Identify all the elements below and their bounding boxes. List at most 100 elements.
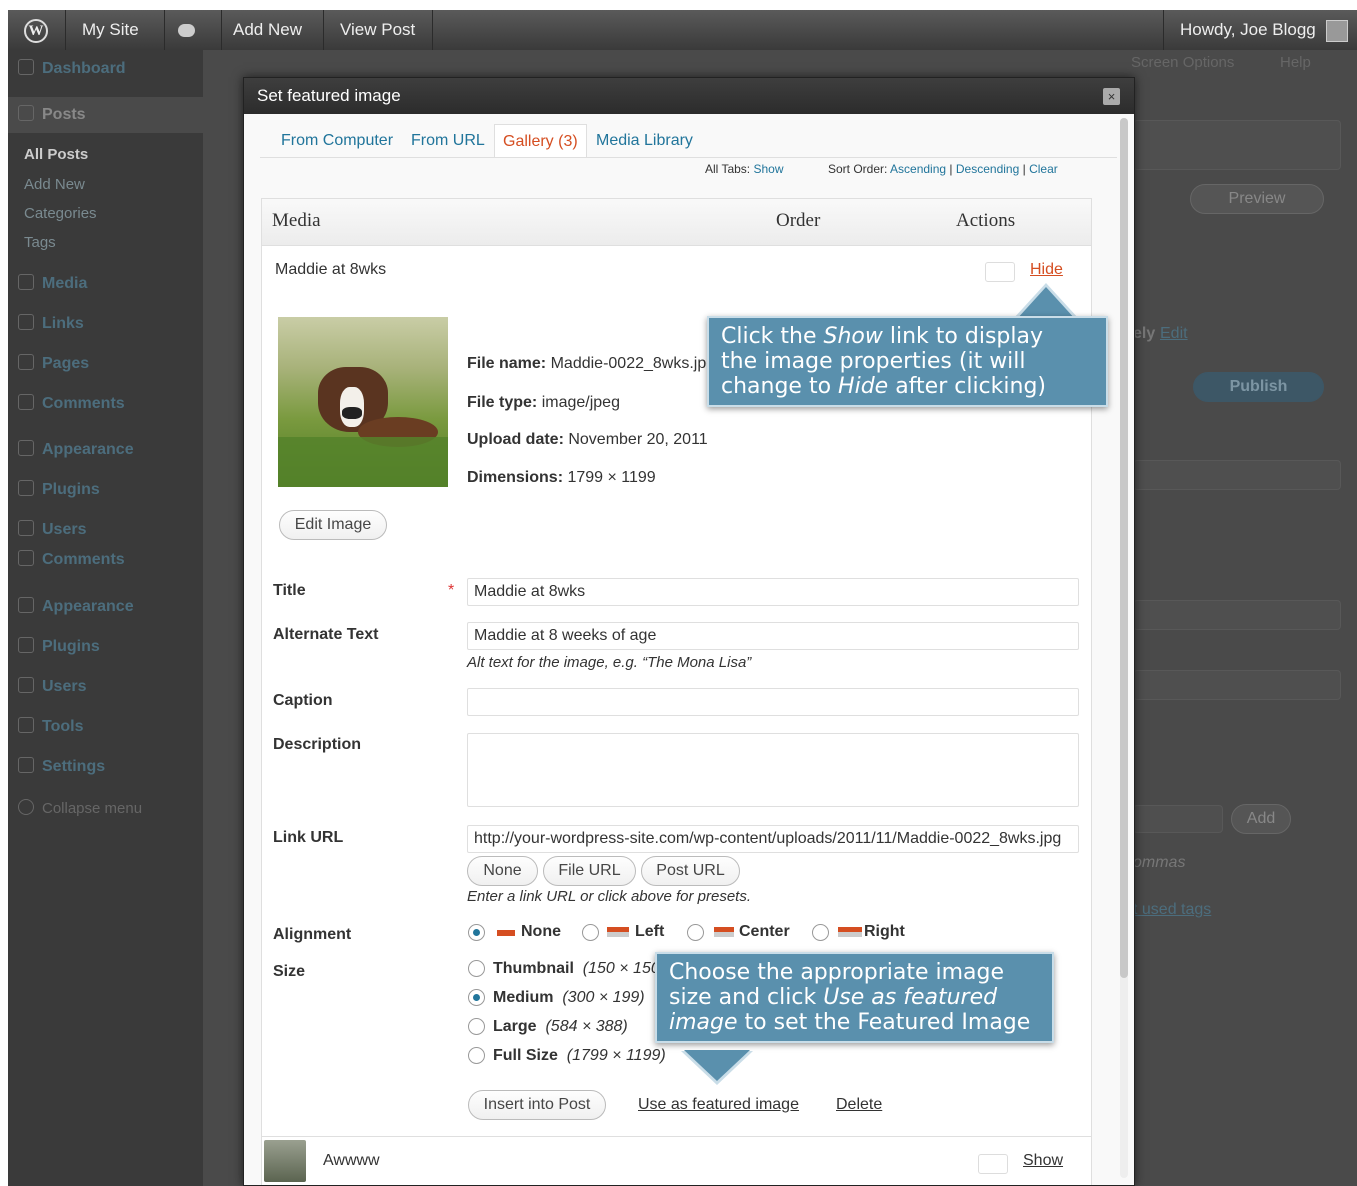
sort-ascending-link[interactable]: Ascending (890, 162, 946, 176)
dimensions-row: Dimensions: 1799 × 1199 (467, 469, 656, 486)
align-right-label: Right (864, 923, 905, 940)
tab-gallery[interactable]: Gallery (3) (494, 124, 587, 158)
bg-tag-input (1133, 805, 1223, 833)
sidebar-item-plugins-2[interactable]: Plugins (8, 629, 203, 665)
sidebar-item-plugins[interactable]: Plugins (8, 472, 203, 508)
title-label: Title (273, 582, 306, 599)
title-input[interactable]: Maddie at 8wks (467, 578, 1079, 606)
caption-label: Caption (273, 692, 333, 709)
show-link[interactable]: Show (1023, 1152, 1063, 1170)
help-tab[interactable]: Help (1280, 54, 1311, 71)
comments-icon (18, 394, 34, 410)
sidebar-item-comments-2[interactable]: Comments (8, 542, 203, 578)
tab-media-library[interactable]: Media Library (596, 124, 693, 158)
align-none-radio[interactable] (468, 924, 485, 941)
align-left-radio[interactable] (582, 924, 599, 941)
sort-order-control: Sort Order: Ascending | Descending | Cle… (828, 162, 1058, 176)
sidebar-item-users-2[interactable]: Users (8, 669, 203, 705)
awwww-item-title: Awwww (323, 1152, 380, 1169)
tabs-divider (260, 157, 1117, 158)
settings-icon (18, 757, 34, 773)
awwww-thumbnail-image (264, 1140, 306, 1182)
edit-image-button[interactable]: Edit Image (279, 510, 387, 540)
avatar[interactable] (1326, 20, 1348, 42)
sidebar-item-media[interactable]: Media (8, 266, 203, 302)
alt-text-input[interactable]: Maddie at 8 weeks of age (467, 622, 1079, 650)
dialog-scrollbar-thumb[interactable] (1120, 118, 1128, 978)
size-large-radio[interactable] (468, 1018, 485, 1035)
sidebar-item-appearance[interactable]: Appearance (8, 432, 203, 468)
my-site-link[interactable]: My Site (82, 10, 139, 50)
column-media: Media (272, 210, 321, 231)
upload-date-row: Upload date: November 20, 2011 (467, 431, 708, 448)
hide-link[interactable]: Hide (1030, 261, 1063, 279)
bg-text-ely: ely (1133, 325, 1156, 342)
order-input-2[interactable] (978, 1154, 1008, 1174)
comments-bubble-icon[interactable] (178, 10, 195, 50)
all-tabs-show-link[interactable]: Show (753, 162, 783, 176)
link-post-url-button[interactable]: Post URL (641, 856, 740, 886)
insert-into-post-button[interactable]: Insert into Post (468, 1090, 606, 1120)
publish-button[interactable]: Publish (1193, 372, 1324, 402)
file-name-row: File name: Maddie-0022_8wks.jpg (467, 355, 716, 372)
media-thumbnail-image (278, 317, 448, 487)
sidebar-item-links[interactable]: Links (8, 306, 203, 342)
submenu-categories[interactable]: Categories (24, 205, 97, 222)
media-icon (18, 274, 34, 290)
delete-link[interactable]: Delete (836, 1096, 882, 1114)
description-textarea[interactable] (467, 733, 1079, 807)
collapse-menu[interactable]: Collapse menu (8, 791, 203, 827)
sort-clear-link[interactable]: Clear (1029, 162, 1058, 176)
sort-descending-link[interactable]: Descending (956, 162, 1019, 176)
preview-button[interactable]: Preview (1190, 184, 1324, 214)
sidebar-item-appearance-2[interactable]: Appearance (8, 589, 203, 625)
submenu-add-new[interactable]: Add New (24, 176, 85, 193)
link-file-url-button[interactable]: File URL (543, 856, 636, 886)
used-tags-link[interactable]: t used tags (1133, 901, 1211, 919)
size-full-radio[interactable] (468, 1047, 485, 1064)
link-url-input[interactable]: http://your-wordpress-site.com/wp-conten… (467, 825, 1079, 853)
alt-text-help: Alt text for the image, e.g. “The Mona L… (467, 654, 752, 671)
sidebar-item-pages[interactable]: Pages (8, 346, 203, 382)
howdy-user-menu[interactable]: Howdy, Joe Blogg (1180, 10, 1316, 50)
add-tag-button[interactable]: Add (1231, 804, 1291, 834)
submenu-tags[interactable]: Tags (24, 234, 56, 251)
sidebar-item-dashboard[interactable]: Dashboard (8, 51, 203, 87)
edit-link[interactable]: Edit (1160, 325, 1188, 343)
size-medium-radio[interactable] (468, 989, 485, 1006)
size-thumbnail-radio[interactable] (468, 960, 485, 977)
view-post-link[interactable]: View Post (340, 10, 415, 50)
sidebar-item-tools[interactable]: Tools (8, 709, 203, 745)
align-left-icon (607, 927, 629, 937)
appearance-icon (18, 440, 34, 456)
size-large-label: Large (584 × 388) (493, 1018, 628, 1035)
featured-image-tooltip: Choose the appropriate image size and cl… (655, 952, 1054, 1043)
sidebar-item-posts[interactable]: Posts (8, 97, 203, 133)
sidebar-item-comments[interactable]: Comments (8, 386, 203, 422)
tab-from-url[interactable]: From URL (411, 124, 485, 158)
required-mark: * (448, 582, 455, 599)
align-center-radio[interactable] (687, 924, 704, 941)
screen-options-tab[interactable]: Screen Options (1131, 54, 1234, 71)
show-link-tooltip: Click the Show link to display the image… (707, 316, 1108, 407)
submenu-all-posts[interactable]: All Posts (24, 146, 88, 163)
bg-panel (1133, 670, 1341, 700)
tooltip-arrow (684, 1050, 750, 1081)
align-center-icon (714, 927, 734, 937)
tab-from-computer[interactable]: From Computer (281, 124, 393, 158)
table-header: Media Order Actions (262, 199, 1091, 246)
admin-sidebar: Dashboard Posts All Posts Add New Catego… (8, 50, 203, 1186)
use-as-featured-image-link[interactable]: Use as featured image (638, 1096, 799, 1114)
pin-icon (18, 105, 34, 121)
links-icon (18, 314, 34, 330)
caption-input[interactable] (467, 688, 1079, 716)
size-full-label: Full Size (1799 × 1199) (493, 1047, 666, 1064)
sidebar-item-settings[interactable]: Settings (8, 749, 203, 785)
order-input[interactable] (985, 262, 1015, 282)
wordpress-logo-icon[interactable]: W (24, 10, 52, 50)
size-medium-label: Medium (300 × 199) (493, 989, 645, 1006)
add-new-link[interactable]: Add New (233, 10, 302, 50)
align-right-radio[interactable] (812, 924, 829, 941)
link-none-button[interactable]: None (467, 856, 538, 886)
close-icon[interactable]: × (1103, 88, 1120, 105)
